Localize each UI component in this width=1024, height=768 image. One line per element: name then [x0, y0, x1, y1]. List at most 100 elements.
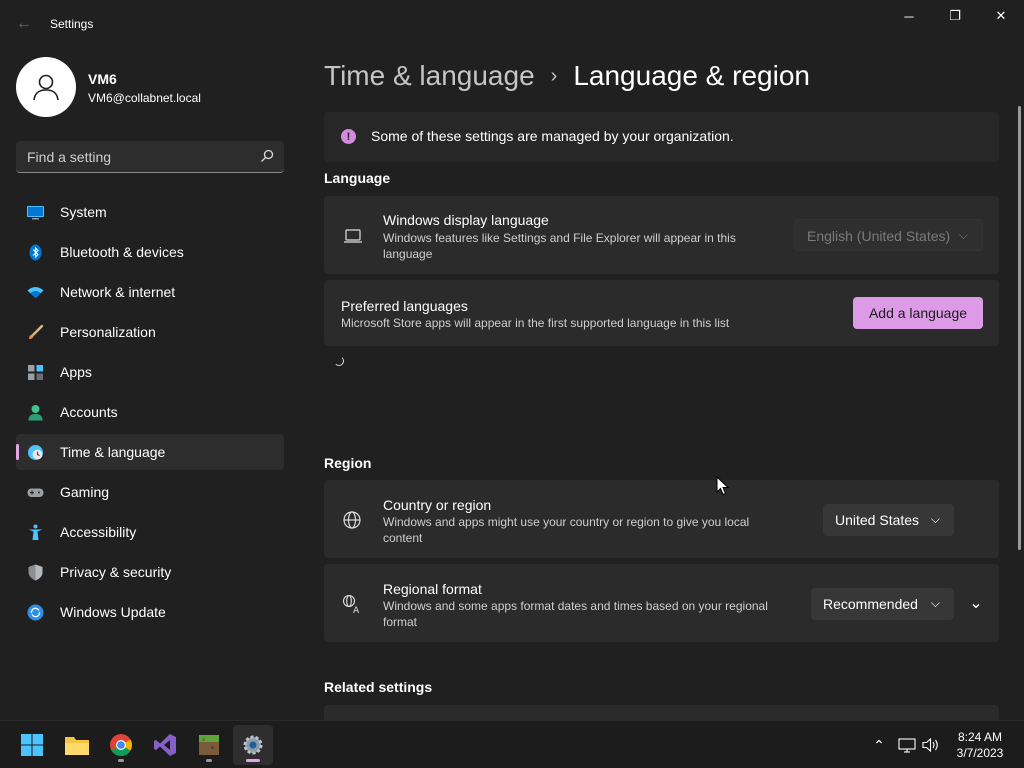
chevron-down-icon: ⌵	[930, 596, 940, 610]
show-hidden-icons-button[interactable]: ⌃	[868, 721, 890, 768]
settings-icon	[243, 735, 263, 755]
monitor-icon	[27, 206, 44, 220]
sidebar-item-gaming[interactable]: Gaming	[16, 474, 284, 510]
laptop-icon	[344, 229, 362, 243]
shield-icon	[28, 564, 43, 581]
sidebar-item-network[interactable]: Network & internet	[16, 274, 284, 310]
title-bar: ← Settings ─ ❐ ✕	[0, 0, 1024, 48]
info-icon: !	[341, 129, 356, 144]
minecraft-icon	[199, 735, 219, 755]
profile-email: VM6@collabnet.local	[88, 91, 201, 105]
svg-text:A: A	[353, 606, 360, 614]
country-region-card: Country or region Windows and apps might…	[324, 480, 999, 558]
avatar[interactable]	[16, 57, 76, 117]
breadcrumb-parent[interactable]: Time & language	[324, 60, 535, 91]
close-button[interactable]: ✕	[978, 0, 1024, 32]
active-indicator	[246, 759, 260, 762]
back-button[interactable]: ←	[12, 12, 36, 36]
sidebar-item-time-language[interactable]: Time & language	[16, 434, 284, 470]
breadcrumb-separator-icon: ›	[550, 65, 558, 87]
chevron-down-icon: ⌵	[958, 228, 968, 242]
sidebar-item-label: System	[60, 204, 107, 220]
regional-format-description: Windows and some apps format dates and t…	[383, 599, 768, 629]
person-icon	[28, 405, 43, 421]
language-format-icon: A	[342, 594, 360, 614]
preferred-languages-description: Microsoft Store apps will appear in the …	[341, 316, 730, 330]
display-language-title: Windows display language	[383, 212, 549, 228]
sidebar-item-label: Apps	[60, 364, 92, 380]
app-title: Settings	[50, 17, 94, 31]
search-placeholder: Find a setting	[27, 149, 112, 165]
display-language-card: Windows display language Windows feature…	[324, 196, 999, 274]
sidebar-item-personalization[interactable]: Personalization	[16, 314, 284, 350]
breadcrumb: Time & language › Language & region	[324, 60, 810, 92]
visual-studio-icon	[154, 734, 176, 756]
related-settings-card[interactable]	[324, 705, 999, 720]
globe-icon	[343, 511, 361, 529]
expand-chevron-icon[interactable]: ⌄	[964, 591, 988, 615]
search-icon[interactable]	[260, 149, 274, 163]
taskbar-settings[interactable]	[233, 725, 273, 765]
section-title-language: Language	[324, 170, 391, 186]
regional-format-dropdown[interactable]: Recommended ⌵	[811, 588, 954, 620]
running-indicator	[118, 759, 124, 762]
volume-icon[interactable]	[920, 721, 942, 768]
minimize-button[interactable]: ─	[886, 0, 932, 32]
gamepad-icon	[27, 488, 44, 497]
sidebar-item-label: Gaming	[60, 484, 110, 500]
sidebar-item-label: Windows Update	[60, 604, 166, 620]
sidebar-item-label: Accessibility	[60, 524, 137, 540]
loading-spinner-icon	[334, 356, 344, 366]
section-title-related: Related settings	[324, 679, 433, 695]
sidebar-item-apps[interactable]: Apps	[16, 354, 284, 390]
search-input[interactable]: Find a setting	[16, 141, 284, 173]
country-region-value: United States	[835, 512, 920, 528]
display-language-dropdown[interactable]: English (United States) ⌵	[794, 219, 983, 251]
regional-format-value: Recommended	[823, 596, 918, 612]
sidebar-item-label: Bluetooth & devices	[60, 244, 184, 260]
notice-text: Some of these settings are managed by yo…	[371, 128, 734, 144]
sidebar-item-bluetooth[interactable]: Bluetooth & devices	[16, 234, 284, 270]
sidebar-item-accessibility[interactable]: Accessibility	[16, 514, 284, 550]
sidebar-item-windows-update[interactable]: Windows Update	[16, 594, 284, 630]
sidebar-item-system[interactable]: System	[16, 194, 284, 230]
sidebar-item-accounts[interactable]: Accounts	[16, 394, 284, 430]
country-region-title: Country or region	[383, 497, 492, 513]
clock-date: 3/7/2023	[956, 746, 1004, 760]
taskbar-chrome[interactable]	[101, 725, 141, 765]
page-title: Language & region	[573, 60, 810, 91]
brush-icon	[29, 324, 44, 339]
chrome-icon	[110, 734, 132, 756]
scrollbar[interactable]	[1018, 106, 1021, 550]
sidebar-item-label: Network & internet	[60, 284, 176, 300]
taskbar-minecraft[interactable]	[189, 725, 229, 765]
start-button[interactable]	[12, 725, 52, 765]
country-region-dropdown[interactable]: United States ⌵	[823, 504, 954, 536]
bluetooth-icon	[29, 244, 42, 261]
mouse-cursor-icon	[716, 476, 730, 496]
sidebar-item-label: Privacy & security	[60, 564, 172, 580]
sidebar-item-label: Personalization	[60, 324, 156, 340]
apps-icon	[28, 365, 43, 380]
country-region-description: Windows and apps might use your country …	[383, 515, 750, 545]
display-language-description: Windows features like Settings and File …	[383, 231, 736, 261]
network-icon[interactable]	[896, 721, 918, 768]
file-explorer-icon	[65, 737, 89, 755]
section-title-region: Region	[324, 455, 372, 471]
taskbar-file-explorer[interactable]	[57, 725, 97, 765]
clock-time: 8:24 AM	[957, 730, 1003, 744]
speaker-icon	[922, 737, 938, 753]
managed-notice: ! Some of these settings are managed by …	[324, 112, 999, 162]
sidebar-nav: System Bluetooth & devices Network & int…	[16, 194, 284, 634]
person-icon	[33, 74, 59, 101]
preferred-languages-card: Preferred languages Microsoft Store apps…	[324, 280, 999, 346]
start-icon	[21, 734, 43, 756]
taskbar-clock[interactable]: 8:24 AM 3/7/2023	[944, 729, 1016, 761]
sidebar-item-privacy[interactable]: Privacy & security	[16, 554, 284, 590]
maximize-button[interactable]: ❐	[932, 0, 978, 32]
accessibility-icon	[28, 524, 43, 540]
regional-format-title: Regional format	[383, 581, 482, 597]
add-language-button[interactable]: Add a language	[853, 297, 983, 329]
taskbar-visual-studio[interactable]	[145, 725, 185, 765]
sidebar-item-label: Accounts	[60, 404, 118, 420]
